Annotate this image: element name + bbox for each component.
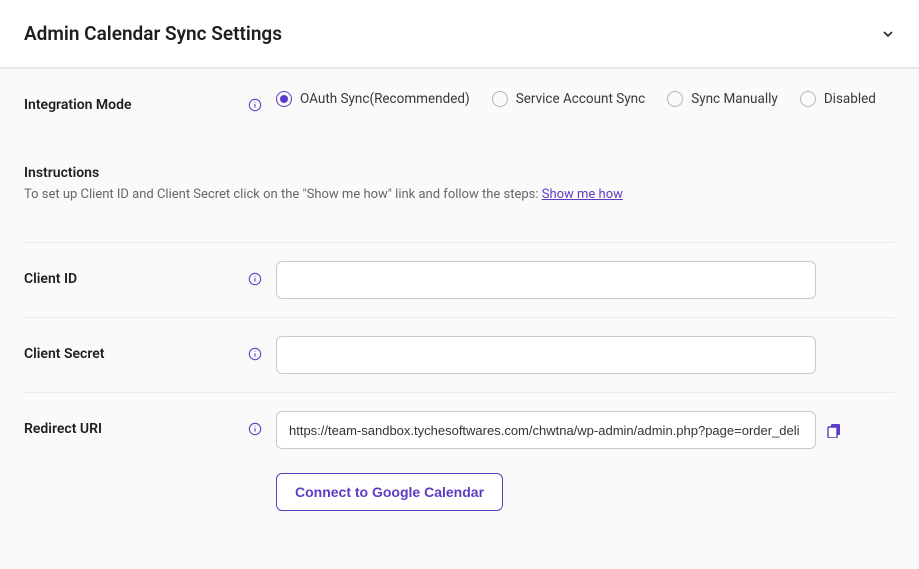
- show-me-how-link[interactable]: Show me how: [542, 187, 623, 202]
- client-secret-label: Client Secret: [24, 346, 105, 362]
- radio-service-account-sync[interactable]: Service Account Sync: [492, 91, 646, 107]
- instructions-text: To set up Client ID and Client Secret cl…: [24, 187, 895, 202]
- radio-icon: [492, 91, 508, 107]
- radio-icon: [276, 91, 292, 107]
- radio-sync-manually[interactable]: Sync Manually: [667, 91, 778, 107]
- page-title: Admin Calendar Sync Settings: [24, 22, 282, 45]
- instructions-block: Instructions To set up Client ID and Cli…: [24, 135, 895, 242]
- client-id-row: Client ID: [24, 242, 895, 317]
- chevron-down-icon[interactable]: [881, 27, 895, 41]
- redirect-uri-input[interactable]: [276, 411, 816, 449]
- client-id-input[interactable]: [276, 261, 816, 299]
- client-secret-input[interactable]: [276, 336, 816, 374]
- connect-google-calendar-button[interactable]: Connect to Google Calendar: [276, 473, 503, 511]
- radio-label: OAuth Sync(Recommended): [300, 91, 470, 107]
- client-secret-row: Client Secret: [24, 317, 895, 392]
- radio-label: Sync Manually: [691, 91, 778, 107]
- radio-label: Service Account Sync: [516, 91, 646, 107]
- radio-label: Disabled: [824, 91, 876, 107]
- info-icon[interactable]: [248, 98, 262, 112]
- integration-mode-row: Integration Mode OAuth Sync(Recommended)…: [24, 69, 895, 135]
- radio-icon: [800, 91, 816, 107]
- radio-oauth-sync[interactable]: OAuth Sync(Recommended): [276, 91, 470, 107]
- radio-icon: [667, 91, 683, 107]
- info-icon[interactable]: [248, 422, 262, 436]
- instructions-title: Instructions: [24, 165, 895, 181]
- client-id-label: Client ID: [24, 271, 77, 287]
- settings-header: Admin Calendar Sync Settings: [0, 0, 919, 68]
- info-icon[interactable]: [248, 347, 262, 361]
- copy-icon[interactable]: [826, 422, 842, 438]
- redirect-uri-label: Redirect URI: [24, 421, 102, 437]
- redirect-uri-row: Redirect URI Connect to Google Calendar: [24, 392, 895, 529]
- info-icon[interactable]: [248, 272, 262, 286]
- radio-disabled[interactable]: Disabled: [800, 91, 876, 107]
- integration-mode-radio-group: OAuth Sync(Recommended) Service Account …: [276, 91, 876, 107]
- instructions-prefix: To set up Client ID and Client Secret cl…: [24, 187, 542, 202]
- integration-mode-label: Integration Mode: [24, 97, 132, 113]
